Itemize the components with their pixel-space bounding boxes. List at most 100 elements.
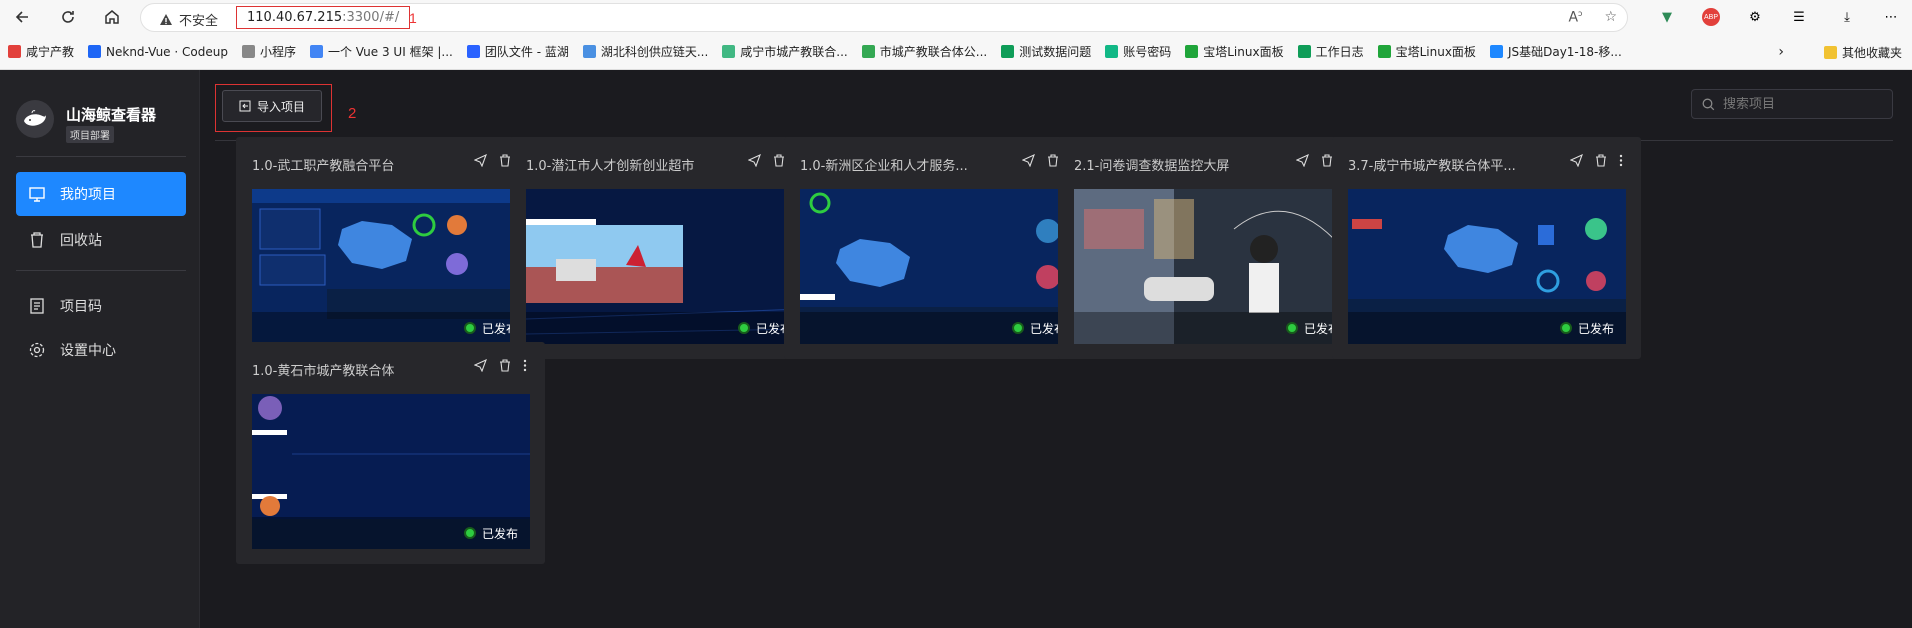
other-bookmarks[interactable]: 其他收藏夹	[1823, 34, 1902, 69]
bookmark-item[interactable]: 湖北科创供应链天...	[582, 43, 709, 60]
send-icon[interactable]	[747, 152, 761, 171]
menu-my-projects[interactable]: 我的项目	[16, 172, 186, 216]
import-project-button[interactable]: 导入项目	[222, 90, 322, 122]
address-bar[interactable]: 不安全 110.40.67.215:3300/#/ 1 Aↄ ☆	[140, 3, 1628, 32]
send-icon[interactable]	[1295, 152, 1309, 171]
project-thumbnail[interactable]: 已发布	[252, 394, 530, 549]
browser-toolbar: 不安全 110.40.67.215:3300/#/ 1 Aↄ ☆ ▼ ABP ⚙…	[0, 0, 1912, 34]
bookmark-label: 宝塔Linux面板	[1395, 45, 1476, 59]
project-card[interactable]: 3.7-咸宁市城产教联合体平... 已发布	[1332, 137, 1641, 359]
annotation-1: 1	[409, 10, 417, 26]
search-input[interactable]	[1723, 96, 1883, 112]
status-badge: 已发布	[526, 312, 804, 344]
read-aloud-icon[interactable]: Aↄ	[1568, 9, 1582, 26]
bookmark-favicon-icon	[722, 45, 736, 58]
menu-settings[interactable]: 设置中心	[16, 328, 186, 372]
project-thumbnail[interactable]: 已发布	[252, 189, 530, 344]
favorites-icon[interactable]: ☰	[1788, 6, 1810, 28]
menu-label: 项目码	[60, 299, 102, 315]
whale-logo-icon	[16, 100, 54, 138]
send-icon[interactable]	[473, 357, 487, 376]
status-badge: 已发布	[1348, 312, 1626, 344]
refresh-icon[interactable]	[56, 5, 80, 29]
send-icon[interactable]	[1569, 152, 1583, 171]
bookmark-favicon-icon	[1105, 45, 1119, 58]
project-thumbnail[interactable]: 已发布	[526, 189, 804, 344]
bookmark-label: 市城产教联合体公...	[879, 45, 988, 59]
extensions-icon[interactable]: ⚙	[1744, 6, 1766, 28]
published-dot-icon	[463, 322, 476, 334]
home-icon[interactable]	[100, 5, 124, 29]
bookmark-label: 湖北科创供应链天...	[600, 45, 709, 59]
bookmark-item[interactable]: 工作日志	[1297, 43, 1364, 60]
favorite-star-icon[interactable]: ☆	[1604, 9, 1617, 26]
bookmark-label: JS基础Day1-18-移...	[1507, 45, 1622, 59]
project-title: 1.0-新洲区企业和人才服务...	[800, 159, 968, 174]
vue-devtools-icon[interactable]: ▼	[1656, 6, 1678, 28]
bookmark-favicon-icon	[1185, 45, 1199, 58]
bookmark-item[interactable]: 一个 Vue 3 UI 框架 |...	[309, 43, 453, 60]
trash-icon[interactable]	[499, 357, 511, 376]
bookmark-item[interactable]: 咸宁产教	[8, 43, 74, 60]
insecure-indicator[interactable]: 不安全	[159, 10, 218, 29]
trash-icon[interactable]	[1595, 152, 1607, 171]
trash-icon	[31, 232, 43, 248]
bookmark-item[interactable]: 咸宁市城产教联合...	[722, 43, 848, 60]
back-icon[interactable]	[10, 5, 34, 29]
project-title: 1.0-黄石市城产教联合体	[252, 364, 395, 379]
more-vertical-icon[interactable]	[1619, 152, 1623, 171]
main-content: 导入项目 2 1.0-武工职产教融合平台已发布1.0-潜江市人才创新创业超市已发…	[200, 70, 1912, 628]
import-label: 导入项目	[256, 99, 305, 114]
published-dot-icon	[1559, 322, 1572, 334]
bookmark-item[interactable]: 宝塔Linux面板	[1185, 43, 1284, 60]
bookmark-item[interactable]: JS基础Day1-18-移...	[1489, 43, 1622, 60]
bookmark-item[interactable]: 小程序	[241, 43, 296, 60]
menu-label: 设置中心	[60, 343, 116, 359]
send-icon[interactable]	[473, 152, 487, 171]
bookmark-item[interactable]: 账号密码	[1105, 43, 1171, 60]
bookmark-item[interactable]: 团队文件 - 蓝湖	[466, 43, 569, 60]
menu-recycle-bin[interactable]: 回收站	[16, 218, 186, 262]
import-icon	[239, 100, 251, 112]
bookmarks-overflow-icon[interactable]: ›	[1778, 34, 1784, 69]
bookmark-item[interactable]: 测试数据问题	[1001, 43, 1091, 60]
project-card[interactable]: 1.0-黄石市城产教联合体已发布	[236, 342, 545, 564]
project-thumbnail[interactable]: 已发布	[1074, 189, 1352, 344]
folder-icon	[1823, 45, 1837, 59]
bookmark-favicon-icon	[1377, 45, 1391, 58]
send-icon[interactable]	[1021, 152, 1035, 171]
search-icon	[1702, 98, 1715, 110]
adblock-icon[interactable]: ABP	[1700, 6, 1722, 28]
bookmark-item[interactable]: 宝塔Linux面板	[1377, 43, 1476, 60]
annotation-2: 2	[348, 105, 357, 122]
project-search[interactable]	[1691, 89, 1893, 119]
bookmark-favicon-icon	[861, 45, 875, 58]
bookmark-favicon-icon	[1001, 45, 1015, 58]
bookmark-label: 咸宁市城产教联合...	[740, 45, 848, 59]
bookmark-label: Neknd-Vue · Codeup	[106, 44, 228, 59]
more-vertical-icon[interactable]	[523, 357, 527, 376]
bookmark-label: 宝塔Linux面板	[1203, 45, 1284, 59]
project-thumbnail[interactable]: 已发布	[800, 189, 1078, 344]
monitor-icon	[29, 187, 45, 202]
bookmark-label: 一个 Vue 3 UI 框架 |...	[327, 45, 453, 59]
menu-project-code[interactable]: 项目码	[16, 284, 186, 328]
warning-icon	[160, 13, 172, 25]
project-thumbnail[interactable]: 已发布	[1348, 189, 1626, 344]
bookmarks-bar: 咸宁产教 Neknd-Vue · Codeup 小程序 一个 Vue 3 UI 框架 …	[0, 34, 1912, 70]
project-card[interactable]: 1.0-武工职产教融合平台 已发布	[236, 137, 545, 359]
bookmark-favicon-icon	[466, 45, 480, 58]
download-icon[interactable]: ⤓	[1836, 6, 1858, 28]
app: 山海鲸查看器 项目部署 我的项目 回收站 项目码 设置中心 导入项目 2 搜索项…	[0, 70, 1912, 628]
document-icon	[30, 298, 44, 314]
bookmark-favicon-icon	[241, 45, 255, 58]
bookmark-item[interactable]: 市城产教联合体公...	[861, 43, 988, 60]
project-card[interactable]: 2.1-问卷调查数据监控大屏 已发布	[1058, 137, 1367, 359]
project-card[interactable]: 1.0-潜江市人才创新创业超市 已发布	[510, 137, 819, 359]
bookmark-favicon-icon	[582, 45, 596, 58]
url-text[interactable]: 110.40.67.215:3300/#/	[236, 6, 411, 29]
more-icon[interactable]: ⋯	[1880, 6, 1902, 28]
bookmark-item[interactable]: Neknd-Vue · Codeup	[88, 45, 228, 59]
menu-label: 回收站	[60, 233, 102, 249]
project-card[interactable]: 1.0-新洲区企业和人才服务... 已发布	[784, 137, 1093, 359]
